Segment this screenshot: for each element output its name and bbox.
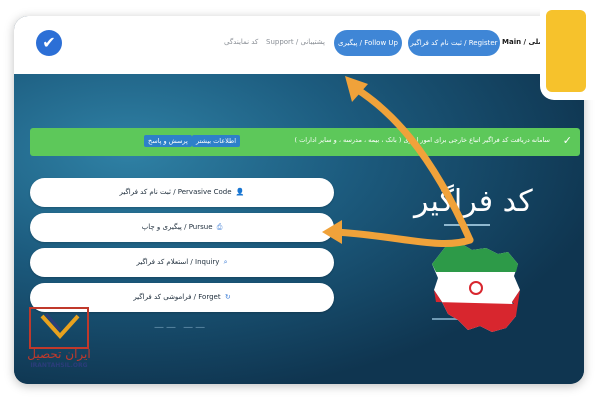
logo-name: ایران تحصیل xyxy=(27,347,90,362)
menu-item-pervasive-code[interactable]: ثبت نام کد فراگیر / Pervasive Code 👤 xyxy=(30,178,334,207)
iran-tahsil-logo: ایران تحصیل IRANTAHSIL.ORG xyxy=(22,306,96,372)
nav-agency-link[interactable]: کد نمایندگی xyxy=(224,38,258,46)
print-icon: ⎙ xyxy=(216,223,223,231)
menu-item-label: پیگیری و چاپ / Pursue xyxy=(141,223,213,231)
hero-title-underline xyxy=(444,224,490,226)
hero-title: کد فراگیر xyxy=(414,184,533,219)
logo-url: IRANTAHSIL.ORG xyxy=(30,362,88,369)
faq-button[interactable]: پرسش و پاسخ xyxy=(144,135,192,147)
browser-frame: ✔ کد نمایندگی پشتیبانی / Support پیگیری … xyxy=(14,16,584,384)
menu-item-label: ثبت نام کد فراگیر / Pervasive Code xyxy=(119,188,232,196)
more-info-button[interactable]: اطلاعات بیشتر xyxy=(192,135,241,147)
shield-check-icon[interactable]: ✔ xyxy=(36,30,62,56)
menu-item-inquiry[interactable]: استعلام کد فراگیر / Inquiry ⌕ xyxy=(30,248,334,277)
register-button[interactable]: ثبت نام کد فراگیر / Register xyxy=(408,30,500,56)
info-alert-banner: پرسش و پاسخ اطلاعات بیشتر سامانه دریافت … xyxy=(30,128,580,156)
user-add-icon: 👤 xyxy=(235,188,245,196)
menu-divider: —— —— xyxy=(154,322,208,333)
search-icon: ⌕ xyxy=(223,258,228,266)
nav-support-link[interactable]: پشتیبانی / Support xyxy=(266,38,325,46)
check-icon: ✓ xyxy=(562,134,572,147)
top-navigation-bar: ✔ کد نمایندگی پشتیبانی / Support پیگیری … xyxy=(14,16,584,74)
follow-up-button[interactable]: پیگیری / Follow Up xyxy=(334,30,402,56)
menu-item-label: فراموشی کد فراگیر / Forget xyxy=(133,293,221,301)
alert-message: سامانه دریافت کد فراگیر اتباع خارجی برای… xyxy=(294,136,550,144)
menu-item-label: استعلام کد فراگیر / Inquiry xyxy=(136,258,220,266)
iran-flag-map-icon xyxy=(432,244,520,332)
menu-item-pursue[interactable]: پیگیری و چاپ / Pursue ⎙ xyxy=(30,213,334,242)
refresh-icon: ↻ xyxy=(224,293,231,301)
yellow-corner-badge xyxy=(540,0,600,100)
